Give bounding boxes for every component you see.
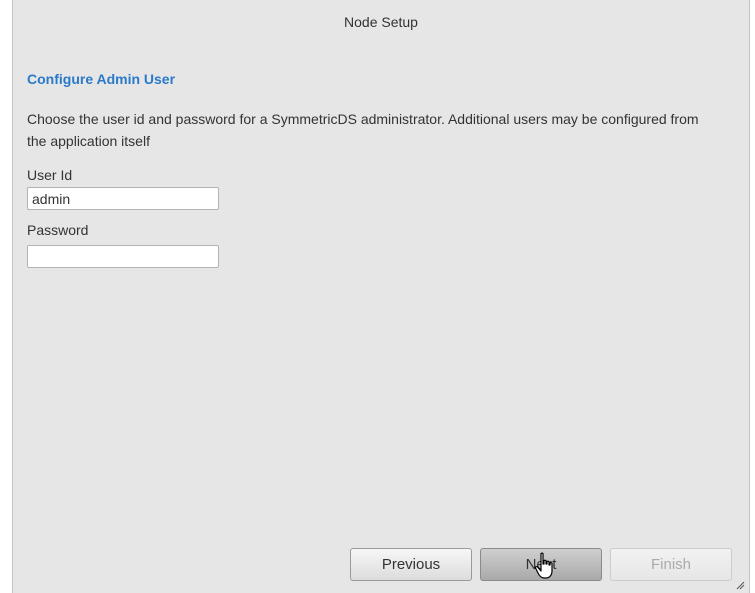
node-setup-dialog: Node Setup Configure Admin User Choose t… [12, 0, 750, 593]
user-id-input[interactable] [27, 187, 219, 210]
section-description: Choose the user id and password for a Sy… [27, 111, 699, 149]
password-label: Password [27, 222, 89, 238]
password-input[interactable] [27, 245, 219, 268]
section-heading: Configure Admin User [27, 71, 176, 87]
previous-button[interactable]: Previous [350, 548, 472, 581]
user-id-label: User Id [27, 167, 73, 183]
finish-button: Finish [610, 548, 732, 581]
hand-pointer-icon [534, 552, 553, 579]
dialog-title: Node Setup [344, 14, 418, 30]
resize-grip-icon[interactable] [735, 580, 745, 590]
